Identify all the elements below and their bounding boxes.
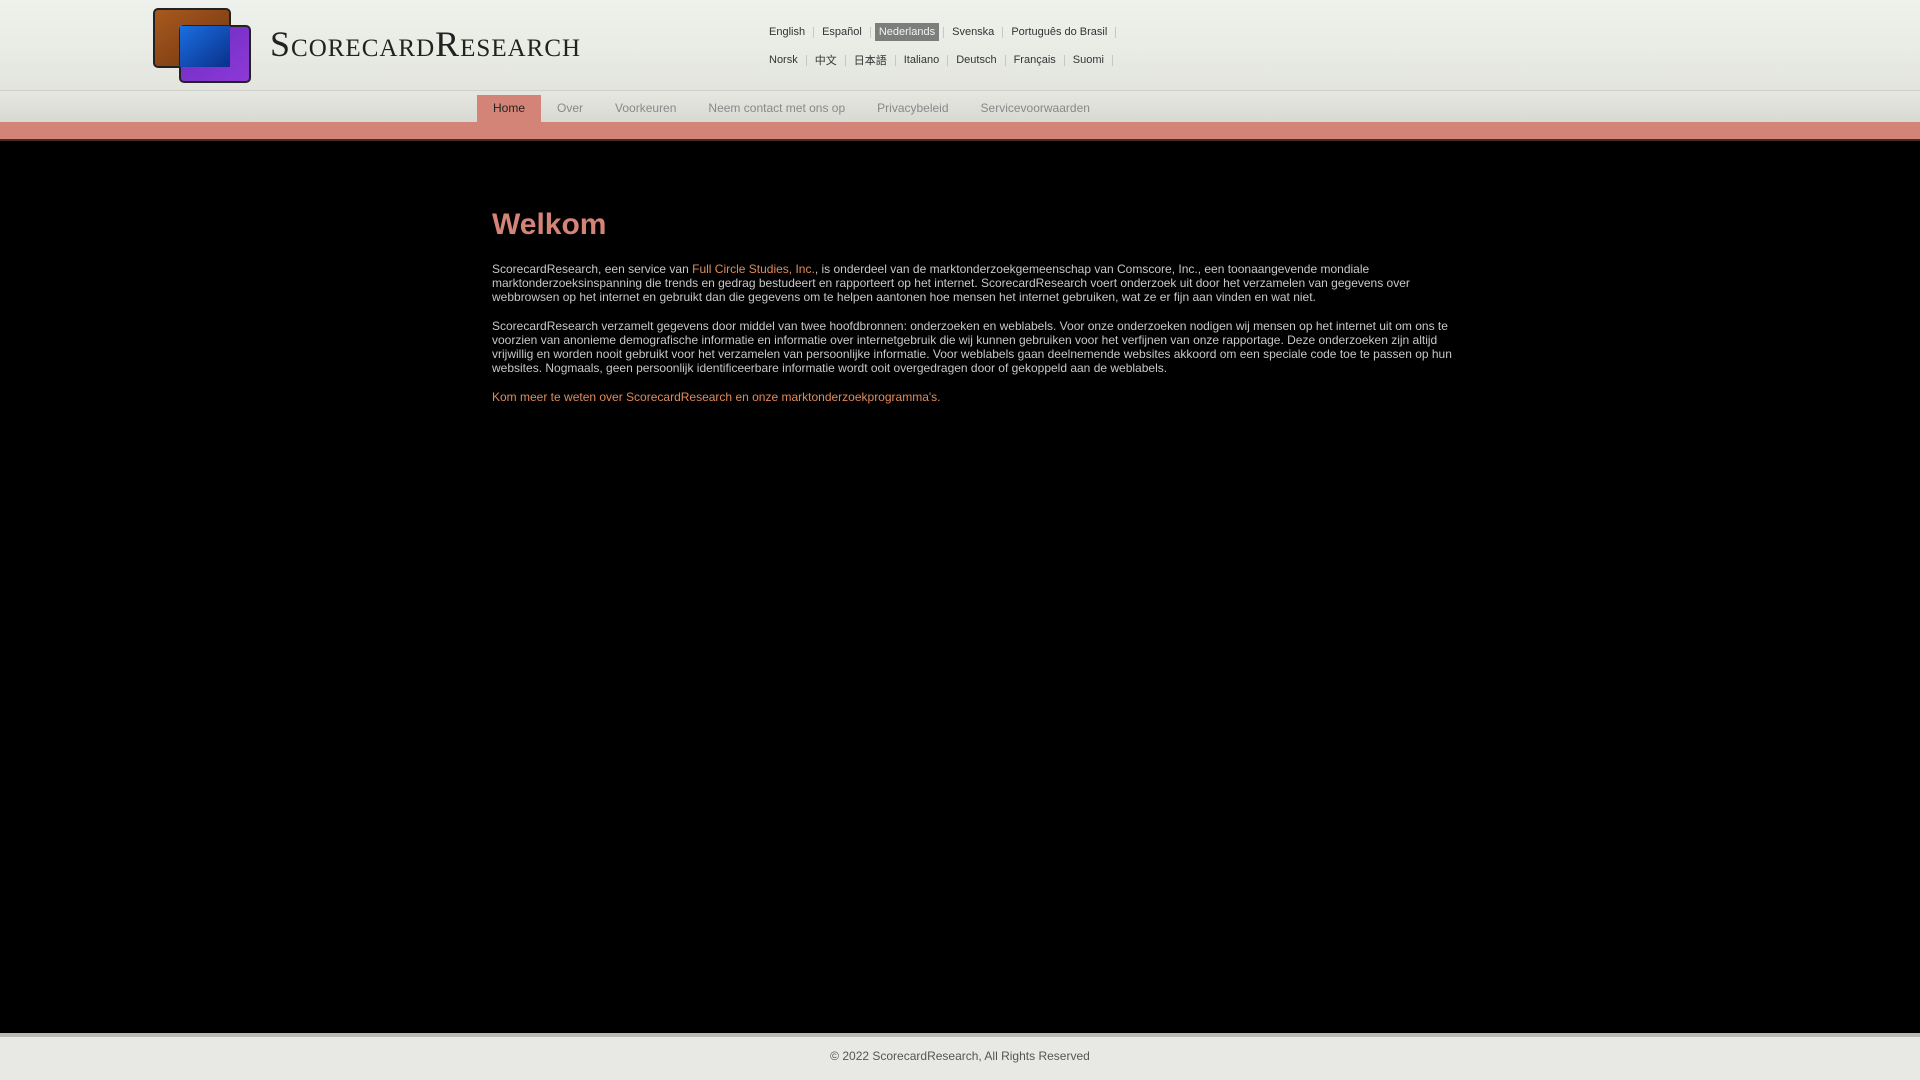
language-link[interactable]: Português do Brasil (1007, 23, 1111, 41)
nav-tab[interactable]: Voorkeuren (599, 95, 692, 123)
language-separator (1063, 54, 1065, 66)
main-navigation: Home Over Voorkeuren Neem contact met ons o… (477, 95, 1106, 123)
language-separator (844, 54, 846, 66)
nav-tab[interactable]: Neem contact met ons op (692, 95, 861, 123)
language-separator (894, 54, 896, 66)
data-collection-paragraph: ScorecardResearch verzamelt gegevens doo… (492, 319, 1452, 375)
page-title: Welkom (492, 208, 607, 241)
language-separator (943, 26, 945, 38)
language-link[interactable]: Deutsch (952, 51, 1000, 69)
site-header: ScorecardResearch English Español Nederlan… (0, 0, 1920, 91)
language-link[interactable]: Italiano (900, 51, 943, 69)
language-link[interactable]: 中文 (811, 49, 841, 71)
intro-paragraph: ScorecardResearch, een service van Full … (492, 262, 1457, 304)
language-link[interactable]: Norsk (765, 51, 802, 69)
language-link[interactable]: English (765, 23, 809, 41)
accent-bar (0, 122, 1920, 139)
full-circle-studies-link[interactable]: Full Circle Studies, Inc. (692, 262, 815, 276)
language-separator (947, 54, 949, 66)
language-link[interactable]: Nederlands (874, 23, 940, 41)
language-link[interactable]: Svenska (948, 23, 998, 41)
language-separator (1004, 54, 1006, 66)
language-separator (1111, 54, 1113, 66)
language-separator (1115, 26, 1117, 38)
language-selector-row-1: English Español Nederlands Svenska Português… (765, 22, 1120, 42)
nav-tab[interactable]: Home (477, 95, 542, 123)
language-link[interactable]: 日本語 (850, 49, 891, 71)
language-link[interactable]: Español (818, 23, 866, 41)
language-separator (869, 26, 871, 38)
nav-tab[interactable]: Servicevoorwaarden (965, 95, 1106, 123)
language-link[interactable]: Français (1010, 51, 1060, 69)
logo-wordmark[interactable]: ScorecardResearch (270, 24, 581, 64)
divider (0, 139, 1920, 141)
language-separator (813, 26, 815, 38)
site-footer: © 2022 ScorecardResearch, All Rights Res… (0, 1037, 1920, 1080)
nav-tab[interactable]: Over (541, 95, 599, 123)
language-link[interactable]: Suomi (1069, 51, 1108, 69)
learn-more-link[interactable]: Kom meer te weten over ScorecardResearch… (492, 390, 941, 404)
copyright-text: © 2022 ScorecardResearch, All Rights Res… (830, 1049, 1090, 1063)
language-selector-row-2: Norsk 中文 日本語 Italiano Deutsch Français Suomi (765, 50, 1117, 70)
intro-text-before: ScorecardResearch, een service van (492, 262, 693, 276)
nav-tab[interactable]: Privacybeleid (861, 95, 964, 123)
main-content: Welkom ScorecardResearch, een service va… (492, 205, 1457, 419)
language-separator (1002, 26, 1004, 38)
language-separator (805, 54, 807, 66)
